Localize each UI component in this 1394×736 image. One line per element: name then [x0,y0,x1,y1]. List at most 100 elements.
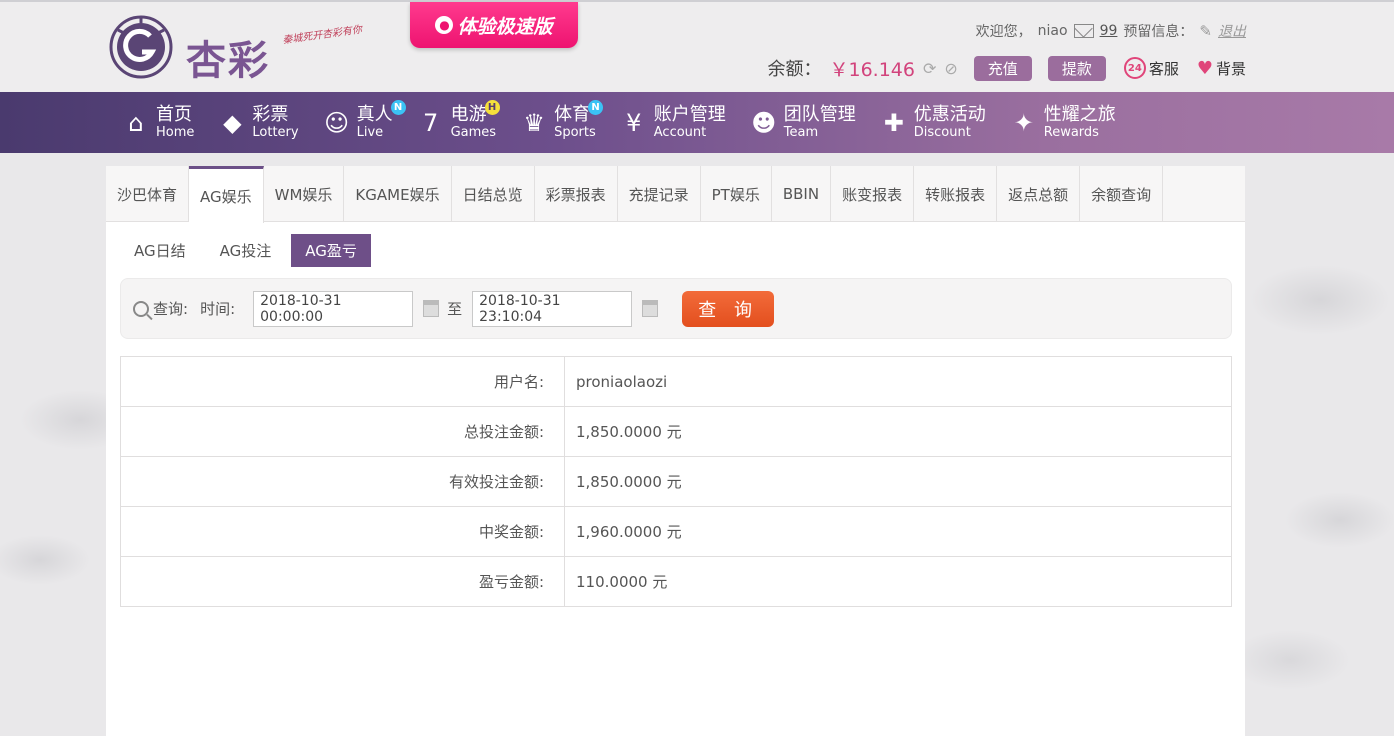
nav-badge: H [484,100,500,115]
nav-item-lottery[interactable]: ◆ 彩票 Lottery [218,92,298,153]
nav-item-account[interactable]: ¥ 账户管理 Account [620,92,726,153]
tab-5[interactable]: 彩票报表 [535,166,618,222]
nav-label-en: Sports [554,125,596,140]
nav-label-cn: 优惠活动 [913,104,986,125]
team-icon: ☻ [751,108,777,137]
tab-7[interactable]: PT娱乐 [701,166,772,222]
calendar-icon[interactable] [423,300,440,317]
eye-hidden-icon[interactable]: ⊘ [944,59,957,78]
yen-coin-icon: ¥ [626,108,642,137]
row-value: proniaolaozi [564,356,1232,407]
nav-item-sports[interactable]: ♛ 体育 Sports N [520,92,604,153]
nav-label-en: Games [450,125,497,140]
tab-9[interactable]: 账变报表 [831,166,915,222]
tab-2[interactable]: WM娱乐 [264,166,345,222]
logout-link[interactable]: 退出 [1218,21,1246,41]
row-value: 1,850.0000 元 [564,406,1232,457]
mail-icon[interactable] [1073,24,1094,38]
end-date-input[interactable]: 2018-10-31 23:10:04 [472,290,633,327]
logo-text: 杏彩 [186,37,270,84]
refresh-icon[interactable]: ⟳ [923,59,936,78]
tab-0[interactable]: 沙巴体育 [106,166,190,222]
table-row: 盈亏金额: 110.0000 元 [120,556,1232,607]
dealer-icon: ☺ [324,108,350,137]
nav-label-en: Account [653,125,707,140]
tab-6[interactable]: 充提记录 [618,166,701,222]
nav-label-en: Team [783,125,819,140]
ticket-icon: ◆ [223,108,242,137]
search-icon [133,300,149,317]
nav-label-cn: 性耀之旅 [1043,104,1116,125]
to-label: 至 [447,300,463,318]
row-label: 总投注金额: [120,406,565,457]
table-row: 用户名: proniaolaozi [120,356,1232,407]
ag-subtabs: AG日结 AG投注 AG盈亏 [120,234,377,267]
logo-slogan: 秦城死开杏彩有你 [281,24,363,47]
time-label: 时间: [200,300,236,318]
logo-emblem-icon [109,15,173,79]
tab-1[interactable]: AG娱乐 [189,166,264,223]
start-date-input[interactable]: 2018-10-31 00:00:00 [253,290,414,327]
tab-4[interactable]: 日结总览 [452,166,535,222]
recharge-button[interactable]: 充值 [973,55,1032,81]
tab-8[interactable]: BBIN [772,166,832,222]
site-logo[interactable]: 杏彩 秦城死开杏彩有你 [106,12,406,84]
nav-badge: N [588,100,604,115]
user-topline: 欢迎您， niao 99 预留信息： ✎ 退出 [976,20,1246,42]
nav-label-en: Home [156,125,195,140]
customer-service-link[interactable]: 24 客服 [1123,57,1179,79]
slot-icon: 7 [422,108,439,137]
result-table: 用户名: proniaolaozi 总投注金额: 1,850.0000 元有效投注金额… [120,356,1232,607]
nav-label-en: Lottery [252,125,299,140]
trophy-icon: ♛ [523,108,545,137]
calendar-icon[interactable] [642,300,659,317]
rewards-icon: ✦ [1013,108,1034,137]
table-row: 有效投注金额: 1,850.0000 元 [120,456,1232,507]
nav-label-cn: 首页 [156,104,192,125]
nav-badge: N [390,100,406,115]
edit-icon[interactable]: ✎ [1199,22,1212,40]
mail-count-link[interactable]: 99 [1100,23,1118,39]
withdraw-button[interactable]: 提款 [1047,55,1106,81]
query-button[interactable]: 查 询 [682,290,775,327]
row-label: 用户名: [120,356,565,407]
row-label: 有效投注金额: [120,456,565,507]
subtab-0[interactable]: AG日结 [120,234,200,267]
tab-3[interactable]: KGAME娱乐 [344,166,452,222]
balance-line: 余额： ￥16.146 ⟳ ⊘ 充值 提款 24 客服 ♥ 背景 [768,54,1246,82]
row-value: 1,960.0000 元 [564,506,1232,557]
row-label: 盈亏金额: [120,556,565,607]
tab-12[interactable]: 余额查询 [1080,166,1164,222]
welcome-text: 欢迎您， [975,24,1032,40]
subtab-2[interactable]: AG盈亏 [291,234,371,267]
promo-label: 体验极速版 [457,15,553,38]
balance-value: ￥16.146 [829,58,915,81]
customer-service-label: 客服 [1148,59,1179,78]
subtab-1[interactable]: AG投注 [206,234,286,267]
nav-label-cn: 真人 [356,104,393,125]
query-label: 查询: [153,300,189,318]
nav-label-en: Rewards [1043,125,1099,140]
tab-10[interactable]: 转账报表 [914,166,998,222]
background-label: 背景 [1215,59,1246,78]
username: niao [1037,23,1068,39]
location-pin-icon: ● [435,16,454,34]
gift-icon: ✚ [883,108,904,137]
nav-item-live[interactable]: ☺ 真人 Live N [323,92,406,153]
nav-label-en: Live [356,125,384,140]
header: 杏彩 秦城死开杏彩有你 ● 体验极速版 欢迎您， niao 99 预留信息： ✎… [0,0,1394,92]
tab-11[interactable]: 返点总额 [997,166,1081,222]
home-icon: ⌂ [128,108,144,137]
table-row: 中奖金额: 1,960.0000 元 [120,506,1232,557]
row-value: 1,850.0000 元 [564,456,1232,507]
nav-label-en: Discount [913,125,971,140]
nav-item-home[interactable]: ⌂ 首页 Home [122,92,194,153]
nav-item-discount[interactable]: ✚ 优惠活动 Discount [880,92,986,153]
nav-item-team[interactable]: ☻ 团队管理 Team [750,92,856,153]
nav-label-cn: 彩票 [252,104,289,125]
speed-version-button[interactable]: ● 体验极速版 [410,2,578,48]
background-link[interactable]: ♥ 背景 [1197,58,1246,79]
nav-item-games[interactable]: 7 电游 Games H [417,92,500,153]
nav-item-rewards[interactable]: ✦ 性耀之旅 Rewards [1010,92,1116,153]
nav-label-cn: 团队管理 [783,104,856,125]
